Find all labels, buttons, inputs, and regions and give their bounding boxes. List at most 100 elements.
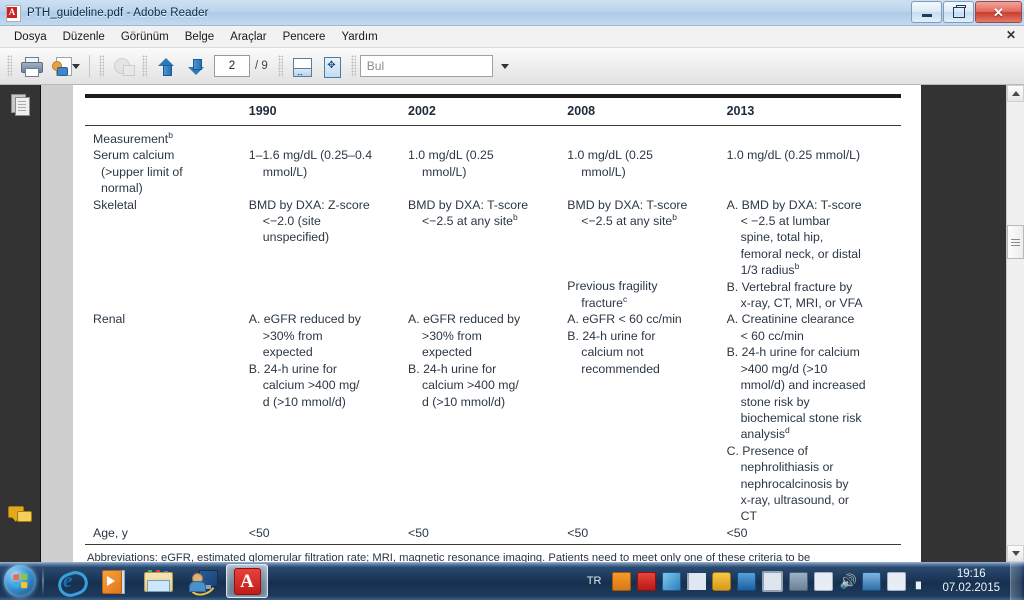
next-page-button[interactable] — [181, 52, 211, 80]
cell-renal-2002-b2: calcium >400 mg/ — [422, 378, 519, 393]
page-number-input[interactable]: 2 — [214, 55, 250, 77]
fit-width-button[interactable]: ↔ — [287, 52, 317, 80]
globe-button — [108, 52, 138, 80]
remote-desktop-icon — [187, 569, 218, 599]
row-label-serum-calcium-l2: (>upper limit of — [101, 164, 183, 179]
flag-icon[interactable] — [687, 572, 707, 590]
menu-yardim[interactable]: Yardım — [333, 29, 385, 45]
skeletal-2008-superscript-2: c — [623, 293, 628, 304]
pdf-file-icon: A — [5, 4, 21, 22]
measurement-text: Measurement — [93, 132, 169, 146]
cell-renal-2013-a2: < 60 cc/min — [740, 328, 804, 343]
vertical-scrollbar[interactable] — [1006, 85, 1024, 562]
update-icon[interactable] — [814, 571, 834, 591]
cell-skeletal-1990-l1: BMD by DXA: Z-score — [248, 197, 370, 212]
taskbar-item-internet-explorer[interactable]: e — [50, 565, 91, 600]
window-title: PTH_guideline.pdf - Adobe Reader — [27, 6, 209, 19]
menu-dosya[interactable]: Dosya — [6, 29, 55, 45]
share-button[interactable] — [46, 52, 84, 80]
restore-button[interactable] — [943, 1, 974, 23]
security-icon[interactable] — [712, 571, 732, 591]
cell-renal-1990-b2: calcium >400 mg/ — [262, 378, 360, 393]
bluetooth-icon[interactable] — [737, 571, 757, 591]
menu-duzenle[interactable]: Düzenle — [55, 29, 113, 45]
folder-icon — [144, 570, 173, 592]
header-cell-blank — [81, 98, 249, 125]
close-button[interactable]: ✕ — [975, 1, 1022, 23]
media-player-icon — [101, 569, 127, 594]
fit-page-button[interactable]: ✥ — [317, 52, 347, 80]
cell-age-2002: <50 — [408, 525, 429, 540]
cell-serum-2008-l1: 1.0 mg/dL (0.25 — [567, 148, 653, 163]
triangle-up-icon — [1011, 91, 1020, 96]
row-label-serum-calcium-l3: normal) — [101, 181, 143, 196]
chevron-down-icon — [71, 63, 80, 69]
acrobat-tray-icon[interactable] — [637, 571, 657, 591]
menu-bar: Dosya Düzenle Görünüm Belge Araçlar Penc… — [0, 26, 1024, 48]
header-cell-2008: 2008 — [567, 104, 596, 118]
menu-gorunum[interactable]: Görünüm — [113, 29, 177, 45]
safely-remove-icon[interactable] — [887, 571, 907, 591]
user-icon[interactable] — [862, 571, 882, 591]
show-desktop-button[interactable] — [1010, 562, 1022, 600]
paint-icon[interactable] — [662, 571, 682, 591]
main-area: 1990 2002 2008 2013 Measurementb Serum c… — [0, 85, 1024, 562]
taskbar-item-adobe-reader[interactable]: A — [226, 564, 268, 598]
globe-icon — [113, 57, 135, 76]
display-icon[interactable] — [762, 570, 784, 592]
renal-2013-superscript: d — [785, 425, 790, 436]
table-footnote: Abbreviations: eGFR, estimated glomerula… — [87, 552, 811, 562]
skeletal-2002-superscript: b — [512, 211, 518, 222]
toolbar-grip-2[interactable] — [99, 55, 104, 77]
renal-2013-analysis-text: analysis — [740, 427, 785, 442]
volume-icon[interactable]: 🔊 — [839, 573, 856, 590]
start-button[interactable] — [4, 565, 36, 597]
cell-serum-1990-l1: 1–1.6 mg/dL (0.25–0.4 — [248, 148, 373, 163]
cell-renal-2013-c5: CT — [740, 509, 757, 524]
system-tray: TR 🔊 ▖ 19:16 07.02.2015 — [583, 562, 1024, 600]
taskbar-item-windows-explorer[interactable] — [138, 565, 178, 597]
cell-skeletal-1990-l3: unspecified) — [262, 230, 330, 245]
page-thumbnails-icon[interactable] — [8, 93, 32, 117]
toolbar-grip-5[interactable] — [350, 55, 356, 77]
menu-belge[interactable]: Belge — [177, 29, 222, 45]
toolbar-grip-4[interactable] — [277, 55, 283, 77]
fit-page-icon: ✥ — [322, 56, 342, 78]
navigation-pane — [0, 85, 41, 562]
clock-time: 19:16 — [956, 568, 986, 580]
minimize-button[interactable] — [911, 1, 942, 23]
page-total-label: / 9 — [255, 60, 268, 72]
toolbar-grip-3[interactable] — [142, 55, 147, 77]
taskbar-item-remote-desktop[interactable] — [182, 565, 222, 599]
java-icon[interactable] — [612, 571, 632, 591]
header-cell-2002: 2002 — [408, 104, 436, 118]
windows-logo-icon — [13, 573, 28, 589]
close-document-icon[interactable]: ✕ — [1006, 29, 1016, 41]
network-icon[interactable]: ▖ — [912, 573, 929, 590]
menu-araclar[interactable]: Araçlar — [222, 29, 274, 45]
action-center-icon[interactable] — [789, 571, 809, 591]
clock[interactable]: 19:16 07.02.2015 — [942, 567, 1000, 595]
cell-renal-2008-a: A. eGFR < 60 cc/min — [567, 312, 682, 327]
scrollbar-thumb[interactable] — [1007, 225, 1024, 259]
find-input[interactable]: Bul — [359, 55, 493, 77]
previous-page-button[interactable] — [151, 52, 181, 80]
row-label-age: Age, y — [93, 525, 128, 540]
cell-skeletal-2013-l4: femoral neck, or distal — [740, 246, 861, 261]
taskbar-item-media-player[interactable] — [94, 565, 134, 597]
scroll-up-button[interactable] — [1007, 85, 1024, 102]
table-header-rule — [85, 125, 901, 126]
scroll-down-button[interactable] — [1007, 545, 1024, 562]
cell-renal-1990-a3: expected — [262, 345, 313, 360]
toolbar-grip[interactable] — [7, 55, 12, 77]
cell-skeletal-2008-l4: fracturec — [567, 295, 726, 311]
document-area[interactable]: 1990 2002 2008 2013 Measurementb Serum c… — [73, 85, 1024, 562]
cell-skeletal-2002-l2: <−2.5 at any siteb — [408, 213, 567, 229]
find-dropdown-icon[interactable] — [500, 63, 509, 69]
fit-width-icon: ↔ — [292, 57, 313, 77]
comment-icon[interactable] — [8, 504, 32, 528]
language-indicator[interactable]: TR — [587, 575, 602, 587]
menu-pencere[interactable]: Pencere — [275, 29, 334, 45]
print-button[interactable] — [16, 52, 46, 80]
cell-skeletal-2013-l6: B. Vertebral fracture by — [726, 279, 853, 294]
